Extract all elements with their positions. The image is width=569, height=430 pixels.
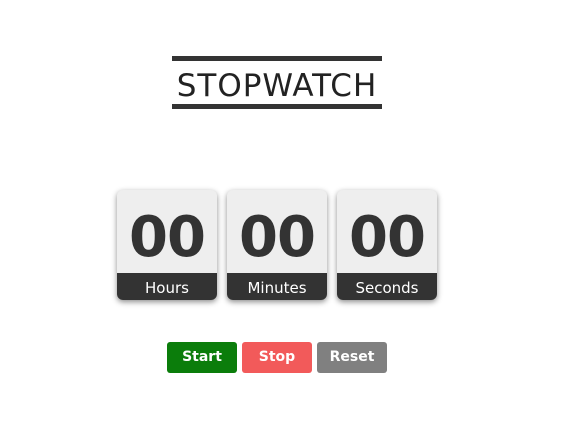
seconds-card: 00 Seconds: [337, 190, 437, 300]
minutes-label: Minutes: [227, 273, 327, 300]
hours-label: Hours: [117, 273, 217, 300]
seconds-value: 00: [349, 205, 426, 270]
page-title: STOPWATCH: [176, 68, 378, 104]
start-button[interactable]: Start: [167, 342, 237, 373]
hours-value: 00: [129, 205, 206, 270]
minutes-card: 00 Minutes: [227, 190, 327, 300]
reset-button[interactable]: Reset: [317, 342, 387, 373]
seconds-label: Seconds: [337, 273, 437, 300]
stop-button[interactable]: Stop: [242, 342, 312, 373]
page-title-frame: STOPWATCH: [172, 56, 382, 109]
minutes-value: 00: [239, 205, 316, 270]
hours-card: 00 Hours: [117, 190, 217, 300]
